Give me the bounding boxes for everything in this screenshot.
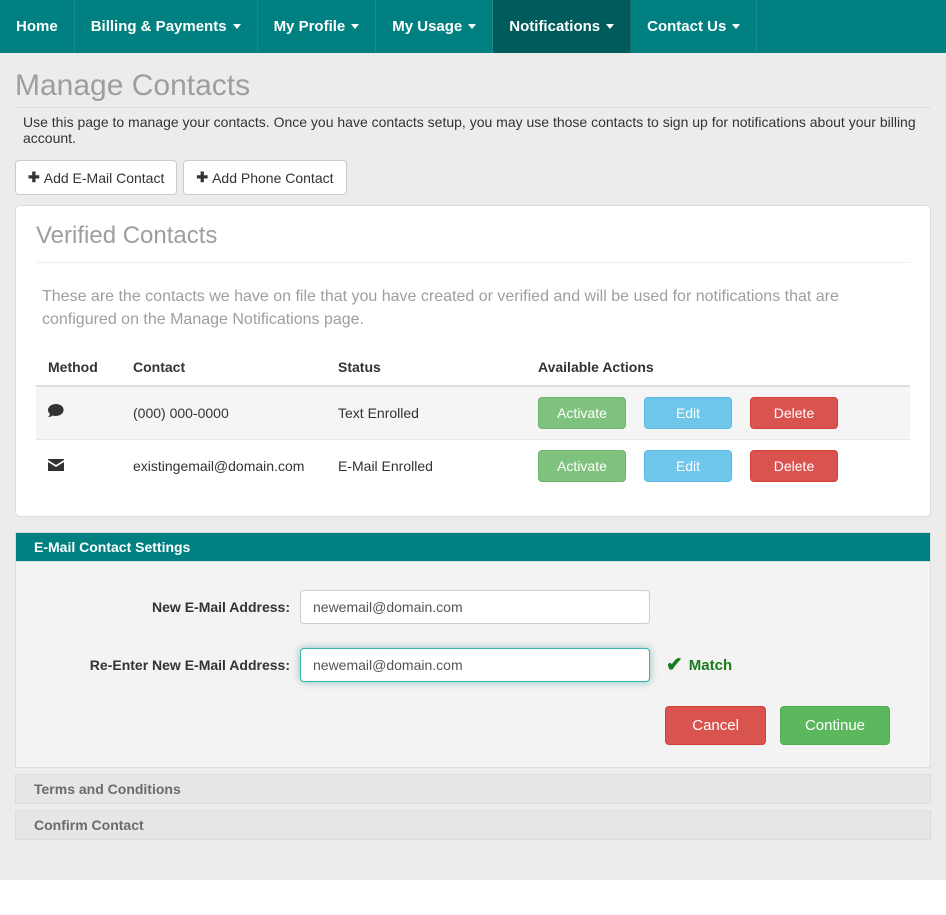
new-email-label: New E-Mail Address: xyxy=(56,599,290,615)
reenter-email-label: Re-Enter New E-Mail Address: xyxy=(56,657,290,673)
plus-icon: ✚ xyxy=(28,169,40,186)
verified-contacts-title: Verified Contacts xyxy=(36,222,910,263)
nav-notifications-label: Notifications xyxy=(509,18,600,35)
add-phone-label: Add Phone Contact xyxy=(212,170,333,186)
table-row: existingemail@domain.com E-Mail Enrolled… xyxy=(36,440,910,493)
page-title: Manage Contacts xyxy=(15,69,931,108)
nav-home[interactable]: Home xyxy=(0,0,75,53)
confirm-section-header[interactable]: Confirm Contact xyxy=(15,810,931,840)
contacts-table: Method Contact Status Available Actions … xyxy=(36,349,910,492)
cancel-button[interactable]: Cancel xyxy=(665,706,766,745)
col-actions: Available Actions xyxy=(526,349,910,386)
nav-billing[interactable]: Billing & Payments xyxy=(75,0,258,53)
delete-button[interactable]: Delete xyxy=(750,397,838,429)
match-text: Match xyxy=(689,657,732,674)
toolbar: ✚ Add E-Mail Contact ✚ Add Phone Contact xyxy=(15,160,931,195)
verified-contacts-description: These are the contacts we have on file t… xyxy=(36,285,910,331)
envelope-icon xyxy=(48,458,64,475)
top-navbar: Home Billing & Payments My Profile My Us… xyxy=(0,0,946,53)
reenter-email-input[interactable] xyxy=(300,648,650,682)
edit-button[interactable]: Edit xyxy=(644,450,732,482)
cell-contact: existingemail@domain.com xyxy=(121,440,326,493)
chevron-down-icon xyxy=(351,24,359,29)
add-phone-contact-button[interactable]: ✚ Add Phone Contact xyxy=(183,160,346,195)
chevron-down-icon xyxy=(233,24,241,29)
chevron-down-icon xyxy=(732,24,740,29)
col-status: Status xyxy=(326,349,526,386)
delete-button[interactable]: Delete xyxy=(750,450,838,482)
main-container: Manage Contacts Use this page to manage … xyxy=(0,53,946,880)
add-email-contact-button[interactable]: ✚ Add E-Mail Contact xyxy=(15,160,177,195)
edit-button[interactable]: Edit xyxy=(644,397,732,429)
table-row: (000) 000-0000 Text Enrolled Activate Ed… xyxy=(36,386,910,440)
nav-usage-label: My Usage xyxy=(392,18,462,35)
cell-status: Text Enrolled xyxy=(326,386,526,440)
page-description: Use this page to manage your contacts. O… xyxy=(15,108,931,160)
nav-home-label: Home xyxy=(16,18,58,35)
nav-contactus-label: Contact Us xyxy=(647,18,726,35)
nav-profile-label: My Profile xyxy=(274,18,346,35)
verified-contacts-panel: Verified Contacts These are the contacts… xyxy=(15,205,931,517)
comment-icon xyxy=(48,405,64,422)
chevron-down-icon xyxy=(468,24,476,29)
activate-button[interactable]: Activate xyxy=(538,397,626,429)
nav-profile[interactable]: My Profile xyxy=(258,0,377,53)
terms-section-header[interactable]: Terms and Conditions xyxy=(15,774,931,804)
nav-notifications[interactable]: Notifications xyxy=(493,0,631,53)
activate-button[interactable]: Activate xyxy=(538,450,626,482)
col-contact: Contact xyxy=(121,349,326,386)
cell-status: E-Mail Enrolled xyxy=(326,440,526,493)
email-settings-body: New E-Mail Address: Re-Enter New E-Mail … xyxy=(15,562,931,768)
chevron-down-icon xyxy=(606,24,614,29)
nav-contactus[interactable]: Contact Us xyxy=(631,0,757,53)
email-settings-header[interactable]: E-Mail Contact Settings xyxy=(15,532,931,562)
col-method: Method xyxy=(36,349,121,386)
add-email-label: Add E-Mail Contact xyxy=(44,170,165,186)
continue-button[interactable]: Continue xyxy=(780,706,890,745)
nav-usage[interactable]: My Usage xyxy=(376,0,493,53)
check-icon: ✔ xyxy=(666,655,683,675)
match-indicator: ✔ Match xyxy=(666,655,732,675)
new-email-input[interactable] xyxy=(300,590,650,624)
cell-contact: (000) 000-0000 xyxy=(121,386,326,440)
plus-icon: ✚ xyxy=(196,169,208,186)
nav-billing-label: Billing & Payments xyxy=(91,18,227,35)
